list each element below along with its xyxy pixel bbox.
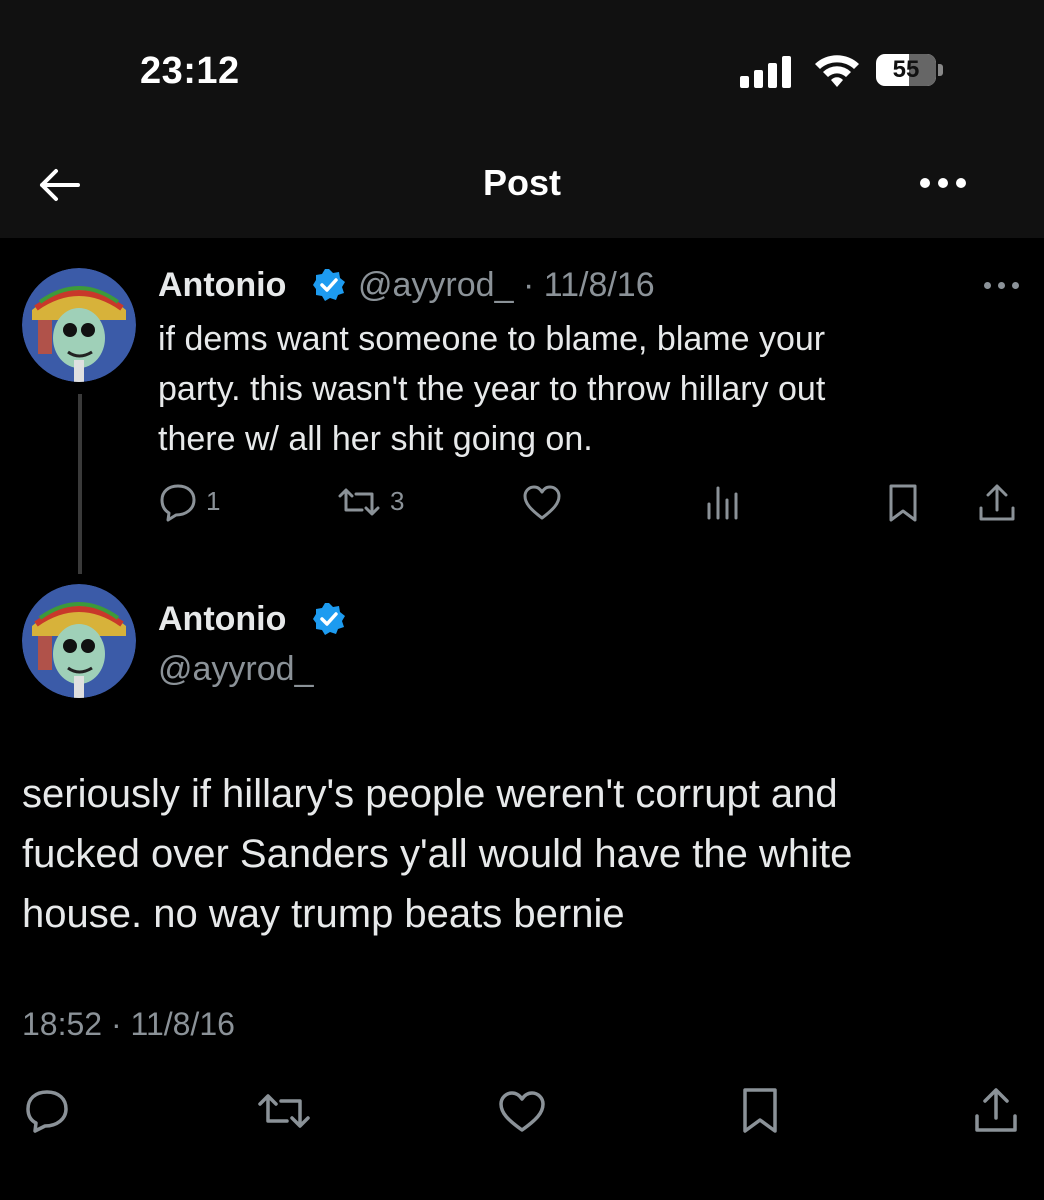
author-name[interactable]: Antonio — [158, 600, 286, 639]
avatar[interactable] — [22, 584, 136, 698]
wifi-icon — [815, 55, 859, 87]
repost-icon — [338, 488, 380, 516]
post-text-line: if dems want someone to blame, blame you… — [158, 320, 826, 358]
page-title: Post — [482, 162, 561, 203]
top-bar: 23:12 55 Post — [0, 0, 1044, 238]
author-handle[interactable]: @ayyrod_ — [158, 650, 313, 689]
post-timestamp[interactable]: 18:52 · 11/8/16 — [22, 1006, 235, 1043]
reply-icon[interactable] — [24, 1088, 70, 1134]
post-more-icon[interactable] — [982, 276, 1022, 296]
post-text: if dems want someone to blame, blame you… — [158, 314, 978, 464]
views-icon[interactable] — [704, 484, 740, 522]
post-text-line: party. this wasn't the year to throw hil… — [158, 370, 826, 408]
author-handle-date: @ayyrod_ · 11/8/16 — [358, 266, 655, 305]
status-time: 23:12 — [140, 50, 240, 92]
like-icon[interactable] — [498, 1090, 546, 1134]
thread-line — [78, 394, 82, 574]
post-text-line: house. no way trump beats bernie — [22, 892, 625, 936]
repost-button[interactable]: 3 — [336, 482, 416, 522]
post-text: seriously if hillary's people weren't co… — [22, 764, 1022, 944]
more-icon[interactable] — [916, 162, 972, 202]
reply-icon — [160, 484, 196, 522]
share-icon[interactable] — [972, 1086, 1020, 1136]
post-text-line: there w/ all her shit going on. — [158, 420, 593, 458]
share-icon[interactable] — [976, 482, 1018, 524]
like-icon[interactable] — [522, 484, 562, 522]
reply-count: 1 — [206, 486, 221, 516]
repost-icon[interactable] — [256, 1088, 312, 1134]
post-text-line: fucked over Sanders y'all would have the… — [22, 832, 853, 876]
author-name[interactable]: Antonio — [158, 266, 286, 305]
bookmark-icon[interactable] — [740, 1086, 780, 1136]
battery-percent: 55 — [892, 56, 920, 83]
post-text-line: seriously if hillary's people weren't co… — [22, 772, 838, 816]
avatar[interactable] — [22, 268, 136, 382]
signal-icon — [740, 54, 800, 88]
battery-icon: 55 — [876, 54, 946, 88]
bookmark-icon[interactable] — [886, 482, 920, 524]
verified-badge-icon — [313, 269, 345, 301]
verified-badge-icon — [313, 603, 345, 635]
repost-count: 3 — [390, 486, 405, 516]
post-date: · 11/8/16 — [522, 266, 655, 304]
author-handle[interactable]: @ayyrod_ — [358, 266, 513, 304]
reply-button[interactable]: 1 — [158, 482, 238, 522]
